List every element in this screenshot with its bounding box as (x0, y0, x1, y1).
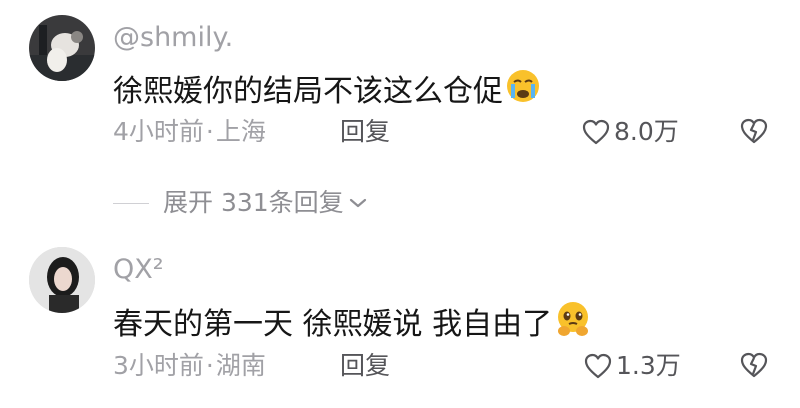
comment-username[interactable]: @shmily. (113, 22, 233, 54)
comment-username[interactable]: QX² (113, 254, 164, 286)
broken-heart-icon (740, 118, 768, 144)
comment-text-content: 徐熙媛你的结局不该这么仓促 (113, 73, 503, 109)
reply-button[interactable]: 回复 (340, 116, 390, 148)
comment-text: 徐熙媛你的结局不该这么仓促 (113, 68, 541, 115)
avatar[interactable] (29, 15, 95, 81)
like-button[interactable]: 1.3万 (584, 350, 681, 382)
avatar-image-icon (29, 15, 95, 81)
avatar[interactable] (29, 247, 95, 313)
comment-time: 3小时前 (113, 351, 204, 380)
divider (113, 202, 149, 204)
like-button[interactable]: 8.0万 (582, 116, 679, 148)
comment-meta: 3小时前·湖南 (113, 350, 266, 382)
meta-separator: · (205, 351, 214, 380)
comment-text-content: 春天的第一天 徐熙媛说 我自由了 (113, 306, 553, 342)
heart-icon (582, 119, 610, 145)
dislike-button[interactable] (740, 118, 768, 148)
face-holding-back-tears-icon (554, 300, 592, 349)
broken-heart-icon (740, 352, 768, 378)
comment-text: 春天的第一天 徐熙媛说 我自由了 (113, 300, 592, 349)
comment-time: 4小时前 (113, 117, 204, 146)
comment-location: 湖南 (215, 351, 266, 380)
avatar-image-icon (29, 247, 95, 313)
like-count: 1.3万 (616, 351, 681, 380)
chevron-down-icon (349, 198, 366, 208)
expand-replies-label: 展开 331条回复 (163, 188, 344, 217)
heart-icon (584, 353, 612, 379)
meta-separator: · (205, 117, 214, 146)
expand-replies-button[interactable]: 展开 331条回复 (113, 187, 368, 219)
dislike-button[interactable] (740, 352, 768, 382)
comment-meta: 4小时前·上海 (113, 116, 266, 148)
loudly-crying-face-icon (505, 68, 541, 115)
like-count: 8.0万 (614, 117, 679, 146)
reply-button[interactable]: 回复 (340, 350, 390, 382)
comment-location: 上海 (215, 117, 266, 146)
